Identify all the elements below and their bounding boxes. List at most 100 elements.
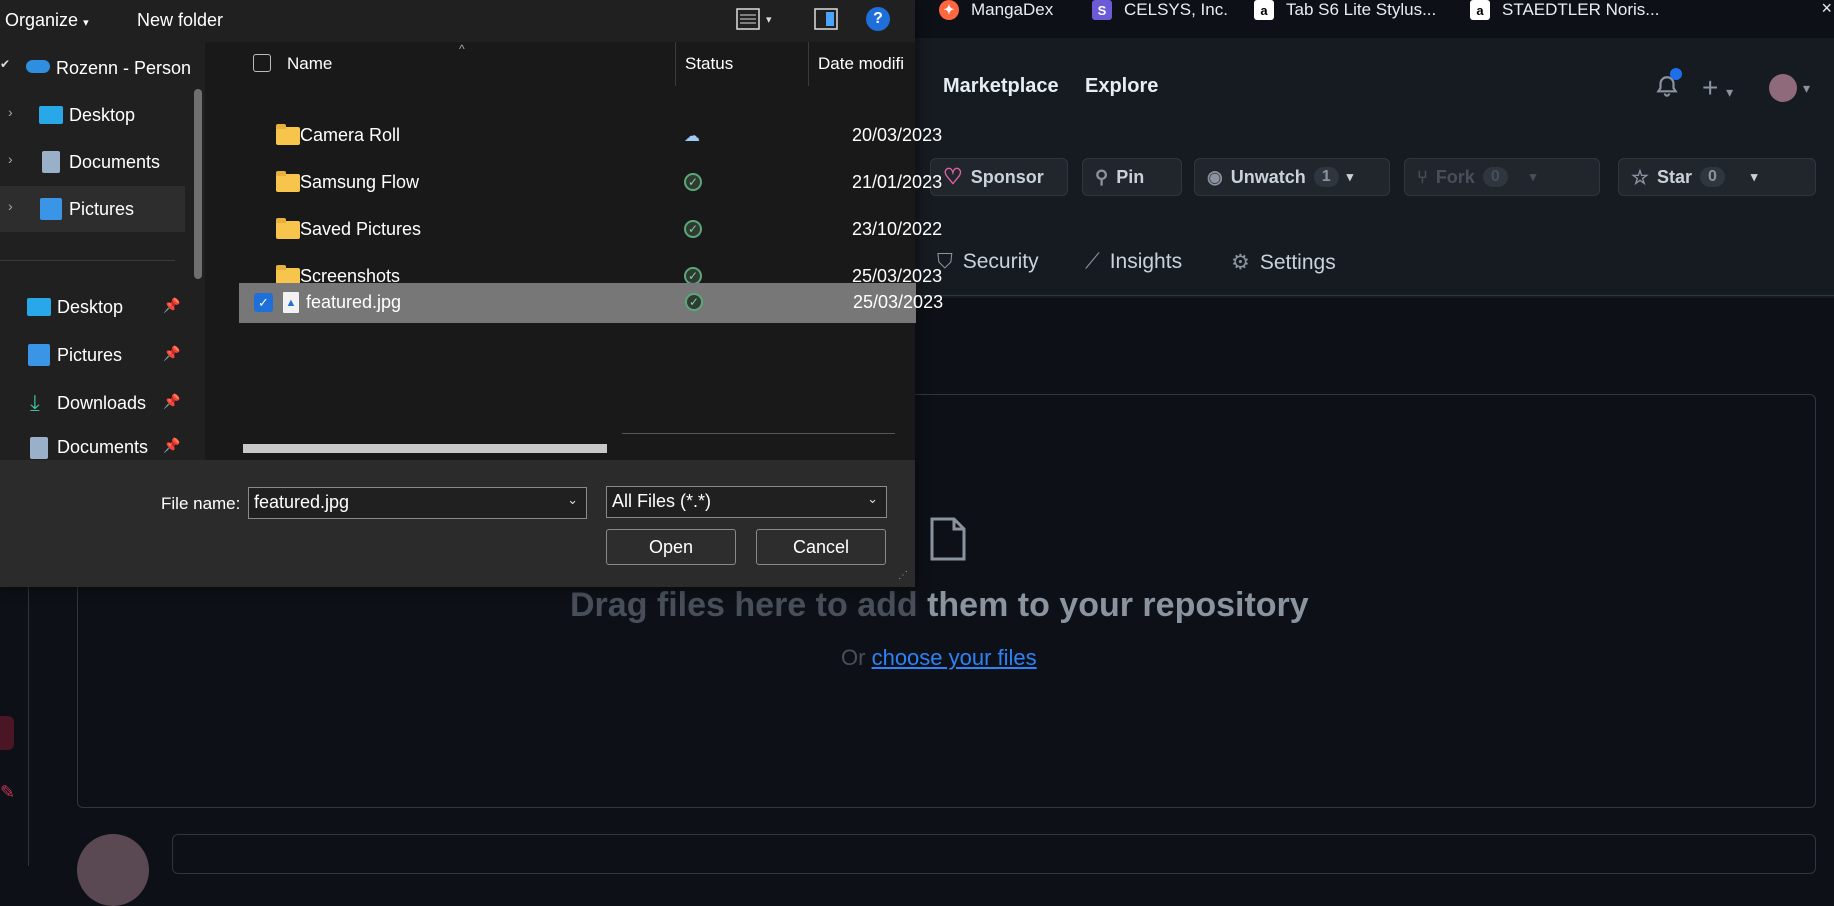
quick-access-desktop[interactable]: Desktop 📌: [0, 284, 185, 330]
file-name: Saved Pictures: [300, 219, 422, 239]
cancel-button[interactable]: Cancel: [756, 529, 886, 565]
column-divider[interactable]: [808, 42, 809, 86]
avatar[interactable]: [1769, 74, 1797, 102]
dialog-bottom-bar: File name: featured.jpg ⌄ All Files (*.*…: [0, 460, 915, 587]
horizontal-scrollbar-thumb[interactable]: [243, 444, 607, 453]
choose-files-link[interactable]: choose your files: [872, 645, 1037, 670]
tab-label: Security: [962, 250, 1039, 273]
checkmark-icon: ✔: [0, 57, 11, 71]
tab-settings[interactable]: ⚙ Settings: [1231, 250, 1336, 275]
view-options-button[interactable]: ▾: [736, 8, 772, 30]
nav-label: Documents: [57, 437, 149, 457]
nav-onedrive[interactable]: ✔ Rozenn - Person: [0, 45, 191, 91]
star-label: Star: [1656, 166, 1692, 187]
pin-icon: ⚲: [1095, 166, 1109, 187]
unwatch-count: 1: [1313, 167, 1339, 187]
quick-access-pictures[interactable]: Pictures 📌: [0, 332, 185, 378]
tab-security[interactable]: ⛉ Security: [937, 250, 1039, 274]
bookmark-tab-s6[interactable]: a Tab S6 Lite Stylus...: [1254, 0, 1436, 20]
wrench-icon[interactable]: ✎: [0, 782, 15, 803]
pin-button[interactable]: ⚲ Pin: [1082, 158, 1182, 196]
folder-icon: [276, 124, 300, 145]
nav-documents[interactable]: › Documents: [0, 139, 185, 185]
close-icon[interactable]: ×: [1821, 0, 1832, 19]
column-divider[interactable]: [675, 42, 676, 86]
nav-explore[interactable]: Explore: [1085, 75, 1158, 98]
fork-button[interactable]: ⑂ Fork 0 ▾: [1404, 158, 1600, 196]
tool-icon[interactable]: [0, 716, 14, 750]
tab-insights[interactable]: ⟋ Insights: [1085, 250, 1182, 274]
chevron-down-icon[interactable]: ▾: [1803, 80, 1810, 97]
bookmark-mangadex[interactable]: ✦ MangaDex: [939, 0, 1053, 20]
tabs-divider: [915, 295, 1834, 296]
chevron-right-icon[interactable]: ›: [8, 198, 13, 214]
star-icon: ☆: [1631, 166, 1649, 189]
file-date: 21/01/2023: [852, 172, 943, 192]
resize-grip-icon[interactable]: ⋰: [898, 570, 908, 581]
nav-scrollbar[interactable]: [194, 89, 202, 279]
folder-icon: [276, 218, 300, 239]
chevron-down-icon: ▾: [1529, 169, 1537, 184]
nav-divider: [0, 260, 175, 261]
folder-icon: [276, 171, 300, 192]
star-button[interactable]: ☆ Star 0 ▾: [1618, 158, 1816, 196]
bookmark-label: MangaDex: [971, 0, 1054, 19]
bookmark-celsys[interactable]: S CELSYS, Inc.: [1092, 0, 1228, 20]
nav-label: Pictures: [69, 199, 135, 219]
sponsor-label: Sponsor: [970, 166, 1044, 187]
create-new-icon[interactable]: + ▾: [1702, 72, 1733, 104]
column-header-date[interactable]: Date modifi: [818, 54, 904, 74]
file-type-select[interactable]: All Files (*.*) ⌄: [606, 486, 887, 518]
pictures-icon: [28, 344, 50, 366]
chevron-right-icon[interactable]: ›: [8, 151, 13, 167]
bookmark-label: CELSYS, Inc.: [1124, 0, 1228, 19]
horizontal-scrollbar-track: [622, 433, 895, 434]
eye-icon: ◉: [1207, 166, 1223, 187]
nav-pictures[interactable]: › Pictures: [0, 186, 185, 232]
pin-icon[interactable]: 📌: [163, 297, 180, 314]
column-header-status[interactable]: Status: [685, 54, 733, 74]
list-view-icon: [736, 8, 760, 30]
open-button[interactable]: Open: [606, 529, 736, 565]
file-row-featured-jpg[interactable]: ✓ ▲ featured.jpg ✓ 25/03/2023: [239, 283, 943, 323]
pin-icon[interactable]: 📌: [163, 393, 180, 410]
select-all-checkbox[interactable]: [253, 54, 271, 72]
help-icon[interactable]: ?: [866, 7, 890, 31]
fork-icon: ⑂: [1417, 166, 1428, 187]
pin-icon[interactable]: 📌: [163, 437, 180, 454]
notifications-icon[interactable]: [1654, 68, 1682, 105]
desktop-icon: [27, 298, 51, 316]
unwatch-button[interactable]: ◉ Unwatch 1 ▾: [1194, 158, 1390, 196]
file-row-samsung-flow[interactable]: Samsung Flow ✓ 21/01/2023: [238, 163, 942, 203]
bookmarks-bar: ✦ MangaDex S CELSYS, Inc. a Tab S6 Lite …: [916, 0, 1834, 38]
sponsor-button[interactable]: ♡ Sponsor: [930, 158, 1068, 196]
new-folder-button[interactable]: New folder: [137, 10, 223, 31]
preview-pane-button[interactable]: [814, 8, 838, 35]
file-row-camera-roll[interactable]: Camera Roll ☁ 20/03/2023: [238, 116, 942, 156]
chevron-right-icon[interactable]: ›: [8, 104, 13, 120]
synced-icon: ✓: [685, 293, 703, 311]
pin-icon[interactable]: 📌: [163, 345, 180, 362]
nav-desktop[interactable]: › Desktop: [0, 92, 185, 138]
quick-access-documents[interactable]: Documents 📌: [0, 427, 185, 460]
file-row-saved-pictures[interactable]: Saved Pictures ✓ 23/10/2022: [238, 210, 942, 250]
gear-icon: ⚙: [1231, 251, 1250, 274]
bookmark-label: STAEDTLER Noris...: [1502, 0, 1660, 19]
amazon-icon: a: [1254, 0, 1274, 20]
file-list: Name ^ Status Date modifi Camera Roll ☁ …: [205, 42, 943, 460]
chevron-down-icon[interactable]: ⌄: [567, 492, 578, 508]
bookmark-staedtler[interactable]: a STAEDTLER Noris...: [1470, 0, 1659, 20]
column-header-name[interactable]: Name: [287, 54, 332, 74]
file-name: Camera Roll: [300, 125, 401, 145]
nav-label: Downloads: [57, 393, 147, 413]
nav-marketplace[interactable]: Marketplace: [943, 75, 1059, 98]
cloud-icon: ☁: [684, 128, 700, 145]
row-checkbox-checked[interactable]: ✓: [254, 293, 273, 312]
chevron-down-icon[interactable]: ⌄: [867, 491, 878, 507]
quick-access-downloads[interactable]: ⤓ Downloads 📌: [0, 380, 185, 426]
downloads-icon: ⤓: [30, 390, 40, 415]
pin-label: Pin: [1116, 166, 1145, 187]
graph-icon: ⟋: [1085, 250, 1100, 273]
organize-button[interactable]: Organize ▾: [5, 10, 89, 31]
file-name-input[interactable]: featured.jpg ⌄: [248, 487, 587, 519]
